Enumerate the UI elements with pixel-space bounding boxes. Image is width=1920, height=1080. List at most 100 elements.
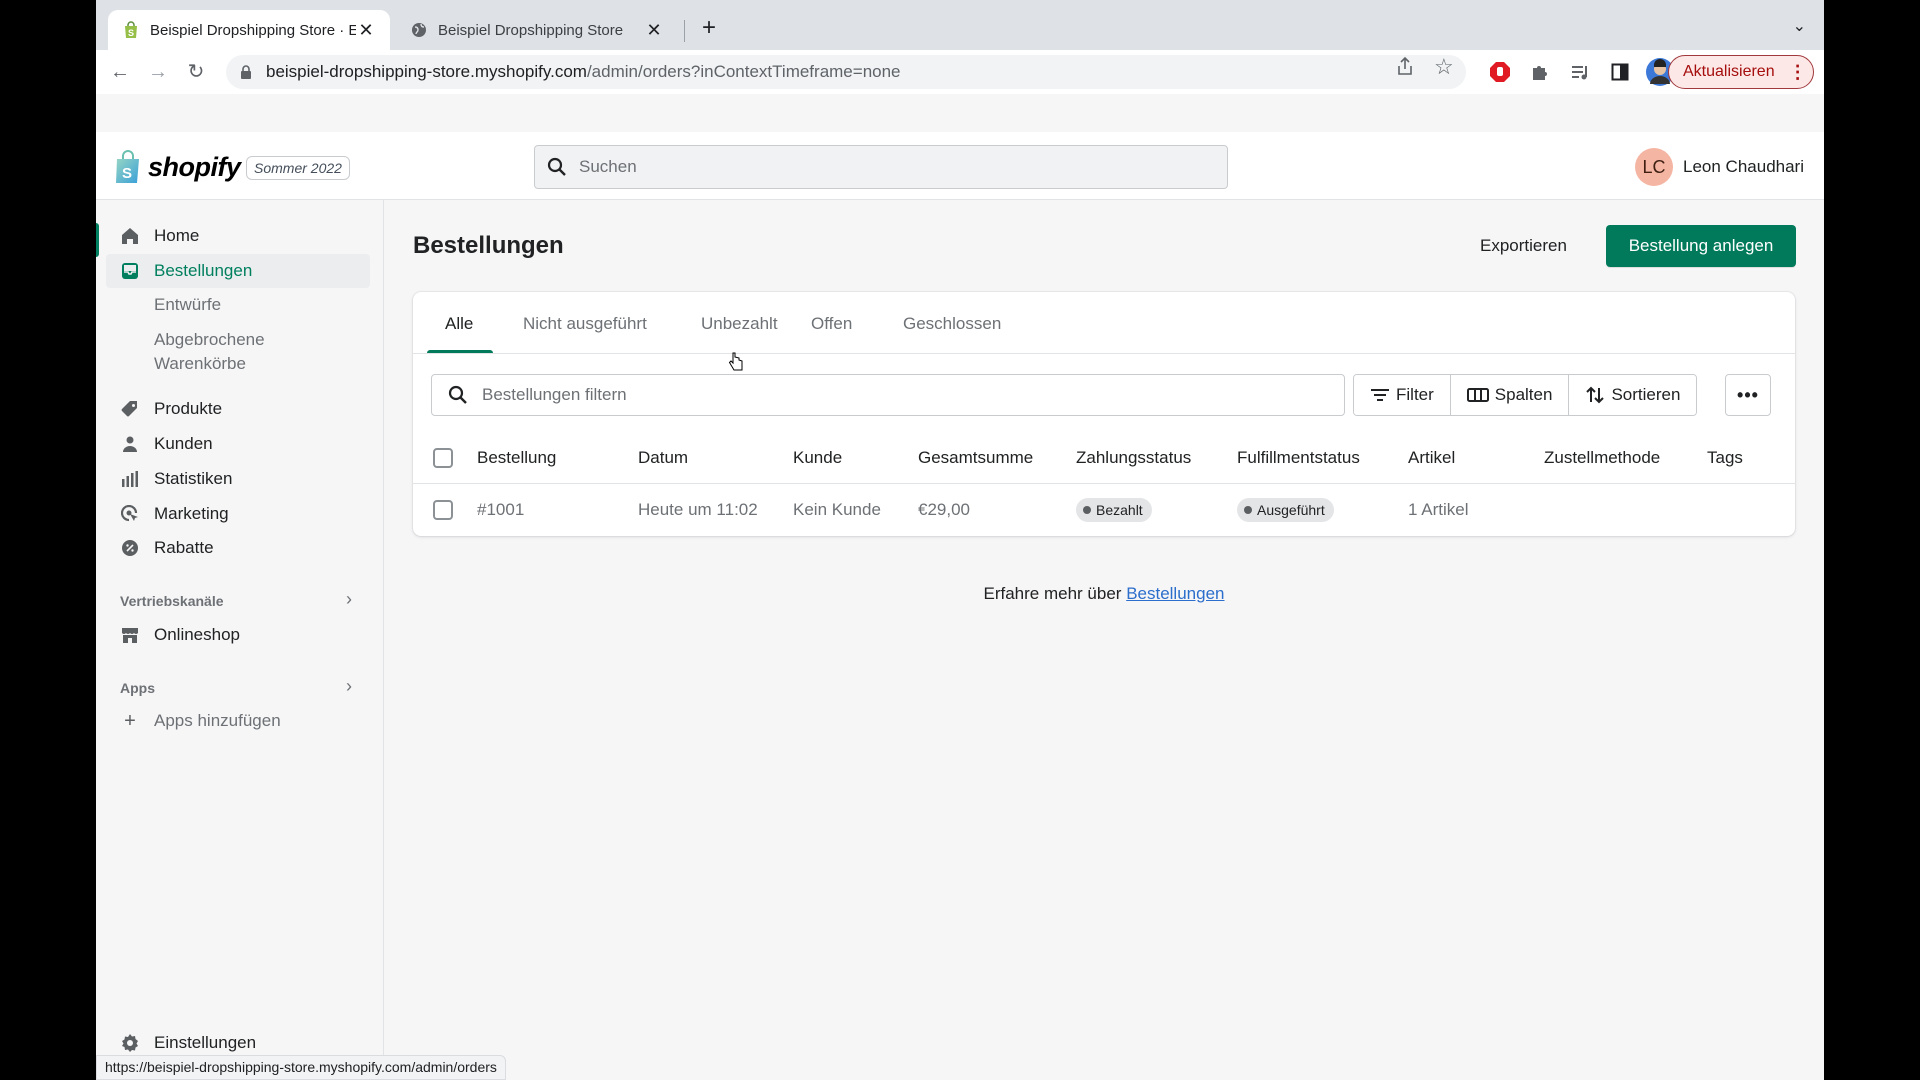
row-checkbox[interactable]: [433, 484, 453, 536]
sort-button[interactable]: Sortieren: [1569, 375, 1697, 415]
order-date: Heute um 11:02: [638, 500, 758, 519]
checkbox[interactable]: [433, 500, 453, 520]
select-all-checkbox[interactable]: [433, 432, 453, 484]
more-actions-button[interactable]: •••: [1725, 374, 1771, 416]
sidebar-item-discounts[interactable]: Rabatte: [106, 531, 370, 565]
sidebar-item-analytics[interactable]: Statistiken: [106, 462, 370, 496]
back-arrow-icon[interactable]: ←: [106, 58, 134, 86]
learn-more-text: Erfahre mehr über Bestellungen: [96, 584, 1824, 604]
svg-text:S: S: [128, 28, 134, 38]
learn-more-link[interactable]: Bestellungen: [1126, 584, 1224, 603]
create-order-button[interactable]: Bestellung anlegen: [1606, 225, 1796, 267]
share-icon[interactable]: [1396, 56, 1414, 81]
tab-separator: [684, 20, 685, 42]
column-header[interactable]: Fulfillmentstatus: [1237, 432, 1360, 484]
release-badge[interactable]: Sommer 2022: [246, 156, 350, 180]
active-indicator: [96, 223, 99, 257]
sidebar-subitem-abandoned[interactable]: Abgebrochene Warenkörbe: [154, 328, 265, 376]
address-bar[interactable]: beispiel-dropshipping-store.myshopify.co…: [226, 55, 1466, 89]
sidebar-item-label: Einstellungen: [154, 1033, 257, 1052]
browser-tab-active[interactable]: S Beispiel Dropshipping Store · E ✕: [108, 10, 390, 50]
status-dot-icon: [1244, 506, 1252, 514]
order-items[interactable]: 1 Artikel: [1408, 484, 1468, 536]
column-header[interactable]: Zustellmethode: [1544, 432, 1660, 484]
close-tab-icon[interactable]: ✕: [644, 20, 664, 41]
order-tabs: Alle Nicht ausgeführt Unbezahlt Offen Ge…: [413, 292, 1795, 354]
column-header[interactable]: Zahlungsstatus: [1076, 432, 1191, 484]
sidebar-item-label: Apps hinzufügen: [154, 711, 281, 730]
sidebar-item-orders[interactable]: Bestellungen: [106, 254, 370, 288]
search-icon: [547, 157, 566, 176]
tab-closed[interactable]: Geschlossen: [903, 314, 1001, 334]
column-header[interactable]: Tags: [1707, 432, 1743, 484]
tab-unfulfilled[interactable]: Nicht ausgeführt: [523, 314, 647, 334]
columns-icon: [1466, 387, 1489, 403]
sidebar-item-online-store[interactable]: Onlineshop: [106, 618, 370, 652]
sidebar-item-label: Onlineshop: [154, 625, 241, 644]
table-actions-group: Filter Spalten Sortieren: [1353, 374, 1698, 416]
reload-icon[interactable]: ↻: [182, 58, 210, 86]
bookmark-star-icon[interactable]: ☆: [1434, 54, 1454, 80]
sort-label: Sortieren: [1611, 385, 1681, 404]
extensions-puzzle-icon[interactable]: [1528, 60, 1552, 84]
orders-card: Alle Nicht ausgeführt Unbezahlt Offen Ge…: [413, 292, 1795, 536]
media-queue-icon[interactable]: [1568, 60, 1592, 84]
status-badge: Ausgeführt: [1237, 498, 1334, 522]
checkbox[interactable]: [433, 448, 453, 468]
column-header[interactable]: Kunde: [793, 432, 842, 484]
global-search-input[interactable]: Suchen: [534, 145, 1228, 189]
order-number[interactable]: #1001: [477, 484, 524, 536]
adblock-extension-icon[interactable]: [1488, 60, 1512, 84]
update-browser-button[interactable]: Aktualisieren ⋮: [1668, 55, 1814, 89]
sidebar-item-products[interactable]: Produkte: [106, 392, 370, 426]
shopify-bag-icon: S: [116, 150, 139, 183]
chevron-right-icon[interactable]: ›: [346, 676, 352, 697]
url-host: beispiel-dropshipping-store.myshopify.co…: [266, 62, 587, 81]
user-menu[interactable]: LC Leon Chaudhari: [1635, 148, 1804, 186]
tab-open[interactable]: Offen: [811, 314, 852, 334]
column-header[interactable]: Artikel: [1408, 432, 1455, 484]
new-tab-icon[interactable]: +: [694, 14, 724, 42]
tab-unpaid[interactable]: Unbezahlt: [701, 314, 778, 334]
column-header[interactable]: Bestellung: [477, 432, 556, 484]
columns-button[interactable]: Spalten: [1450, 375, 1570, 415]
sidebar-item-add-apps[interactable]: + Apps hinzufügen: [106, 704, 370, 738]
sidebar-item-label: Statistiken: [154, 469, 233, 488]
tab-search-chevron-icon[interactable]: ⌄: [1793, 16, 1806, 36]
link-status-bar: https://beispiel-dropshipping-store.mysh…: [96, 1055, 506, 1080]
apps-section-label: Apps: [120, 680, 155, 696]
shopify-logo[interactable]: S shopify: [114, 150, 241, 184]
browser-tab[interactable]: Beispiel Dropshipping Store ✕: [396, 10, 678, 50]
store-icon: [120, 625, 140, 645]
sidebar-item-marketing[interactable]: Marketing: [106, 497, 370, 531]
column-header[interactable]: Gesamtsumme: [918, 432, 1033, 484]
export-button[interactable]: Exportieren: [1466, 228, 1581, 264]
target-icon: [120, 504, 140, 524]
hand-cursor-icon: [728, 352, 743, 371]
sidebar-subitem-label: Warenkörbe: [154, 354, 246, 373]
badge-label: Bezahlt: [1096, 502, 1143, 518]
side-panel-icon[interactable]: [1608, 60, 1632, 84]
browser-toolbar: ← → ↻ beispiel-dropshipping-store.myshop…: [96, 50, 1824, 94]
sidebar-subitem-drafts[interactable]: Entwürfe: [154, 293, 221, 317]
close-tab-icon[interactable]: ✕: [356, 20, 376, 41]
plus-icon: +: [124, 709, 136, 732]
home-icon: [120, 226, 140, 246]
bar-chart-icon: [120, 469, 140, 489]
sidebar-item-label: Bestellungen: [154, 261, 253, 280]
sidebar-item-home[interactable]: Home: [106, 219, 370, 253]
sidebar-item-customers[interactable]: Kunden: [106, 427, 370, 461]
filter-button[interactable]: Filter: [1354, 375, 1451, 415]
forward-arrow-icon[interactable]: →: [144, 58, 172, 86]
tab-all[interactable]: Alle: [445, 314, 473, 334]
table-row[interactable]: #1001 Heute um 11:02 Kein Kunde €29,00 B…: [413, 484, 1795, 536]
sidebar-item-label: Marketing: [154, 504, 229, 523]
table-header-row: Bestellung Datum Kunde Gesamtsumme Zahlu…: [413, 432, 1795, 484]
globe-icon: [410, 21, 428, 39]
column-header[interactable]: Datum: [638, 432, 688, 484]
status-badge: Bezahlt: [1076, 498, 1152, 522]
filter-orders-input[interactable]: Bestellungen filtern: [431, 374, 1345, 416]
sort-arrows-icon: [1585, 385, 1605, 405]
page-title: Bestellungen: [413, 232, 564, 259]
sidebar-subitem-label: Abgebrochene: [154, 330, 265, 349]
